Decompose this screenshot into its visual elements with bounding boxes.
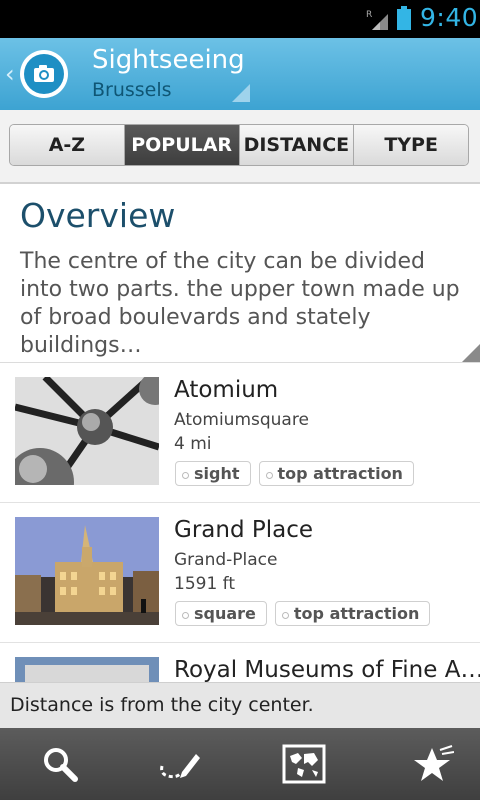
- place-name: Atomium: [174, 377, 279, 403]
- map-button[interactable]: [244, 728, 364, 800]
- route-button[interactable]: [120, 728, 240, 800]
- app-logo[interactable]: [20, 50, 68, 98]
- search-icon: [44, 748, 78, 782]
- favorites-button[interactable]: [372, 728, 480, 800]
- tag[interactable]: top attraction: [274, 601, 431, 626]
- bottom-nav: [0, 728, 480, 800]
- place-name: Royal Museums of Fine A…: [174, 657, 480, 683]
- network-letter: R: [366, 10, 372, 20]
- overview-section[interactable]: Overview The centre of the city can be d…: [0, 184, 480, 363]
- tab-popular[interactable]: POPULAR: [124, 125, 240, 165]
- place-thumbnail: [15, 377, 159, 485]
- overview-heading: Overview: [20, 196, 176, 235]
- tag[interactable]: top attraction: [258, 461, 414, 486]
- city-selector[interactable]: Brussels: [92, 79, 172, 101]
- signal-icon: R: [366, 10, 388, 30]
- list-item[interactable]: Grand Place Grand-Place 1591 ft square t…: [0, 502, 480, 643]
- place-address: Grand-Place: [174, 550, 278, 570]
- tab-type[interactable]: TYPE: [354, 125, 468, 165]
- page-title: Sightseeing: [92, 45, 245, 75]
- route-edit-icon: [160, 754, 200, 779]
- tag[interactable]: sight: [175, 461, 251, 486]
- back-chevron-icon[interactable]: ‹: [5, 60, 15, 88]
- place-distance: 4 mi: [174, 434, 212, 454]
- app-header: ‹ Sightseeing Brussels: [0, 38, 480, 111]
- segmented-control: A-Z POPULAR DISTANCE TYPE: [9, 124, 469, 166]
- status-bar: R 9:40: [0, 0, 480, 38]
- tab-a-z[interactable]: A-Z: [10, 125, 125, 165]
- expand-corner-icon[interactable]: [462, 344, 480, 362]
- tag-list: sight top attraction: [175, 461, 414, 486]
- place-name: Grand Place: [174, 517, 314, 543]
- world-map-icon: [282, 744, 326, 784]
- tag-list: square top attraction: [175, 601, 431, 626]
- search-button[interactable]: [0, 728, 120, 800]
- tab-bar: A-Z POPULAR DISTANCE TYPE: [0, 110, 480, 184]
- toast-text: Distance is from the city center.: [10, 694, 314, 716]
- place-address: Atomiumsquare: [174, 410, 309, 430]
- overview-text: The centre of the city can be divided in…: [20, 249, 460, 358]
- tab-distance[interactable]: DISTANCE: [239, 125, 355, 165]
- camera-icon: [34, 65, 54, 82]
- tag[interactable]: square: [175, 601, 267, 626]
- clock: 9:40: [420, 3, 479, 32]
- place-distance: 1591 ft: [174, 574, 236, 594]
- list-item[interactable]: Atomium Atomiumsquare 4 mi sight top att…: [0, 362, 480, 503]
- battery-icon: [397, 6, 411, 30]
- dropdown-corner-icon[interactable]: [232, 84, 250, 102]
- favorites-star-icon: [414, 745, 454, 781]
- info-toast: Distance is from the city center.: [0, 682, 480, 729]
- place-thumbnail: [15, 517, 159, 625]
